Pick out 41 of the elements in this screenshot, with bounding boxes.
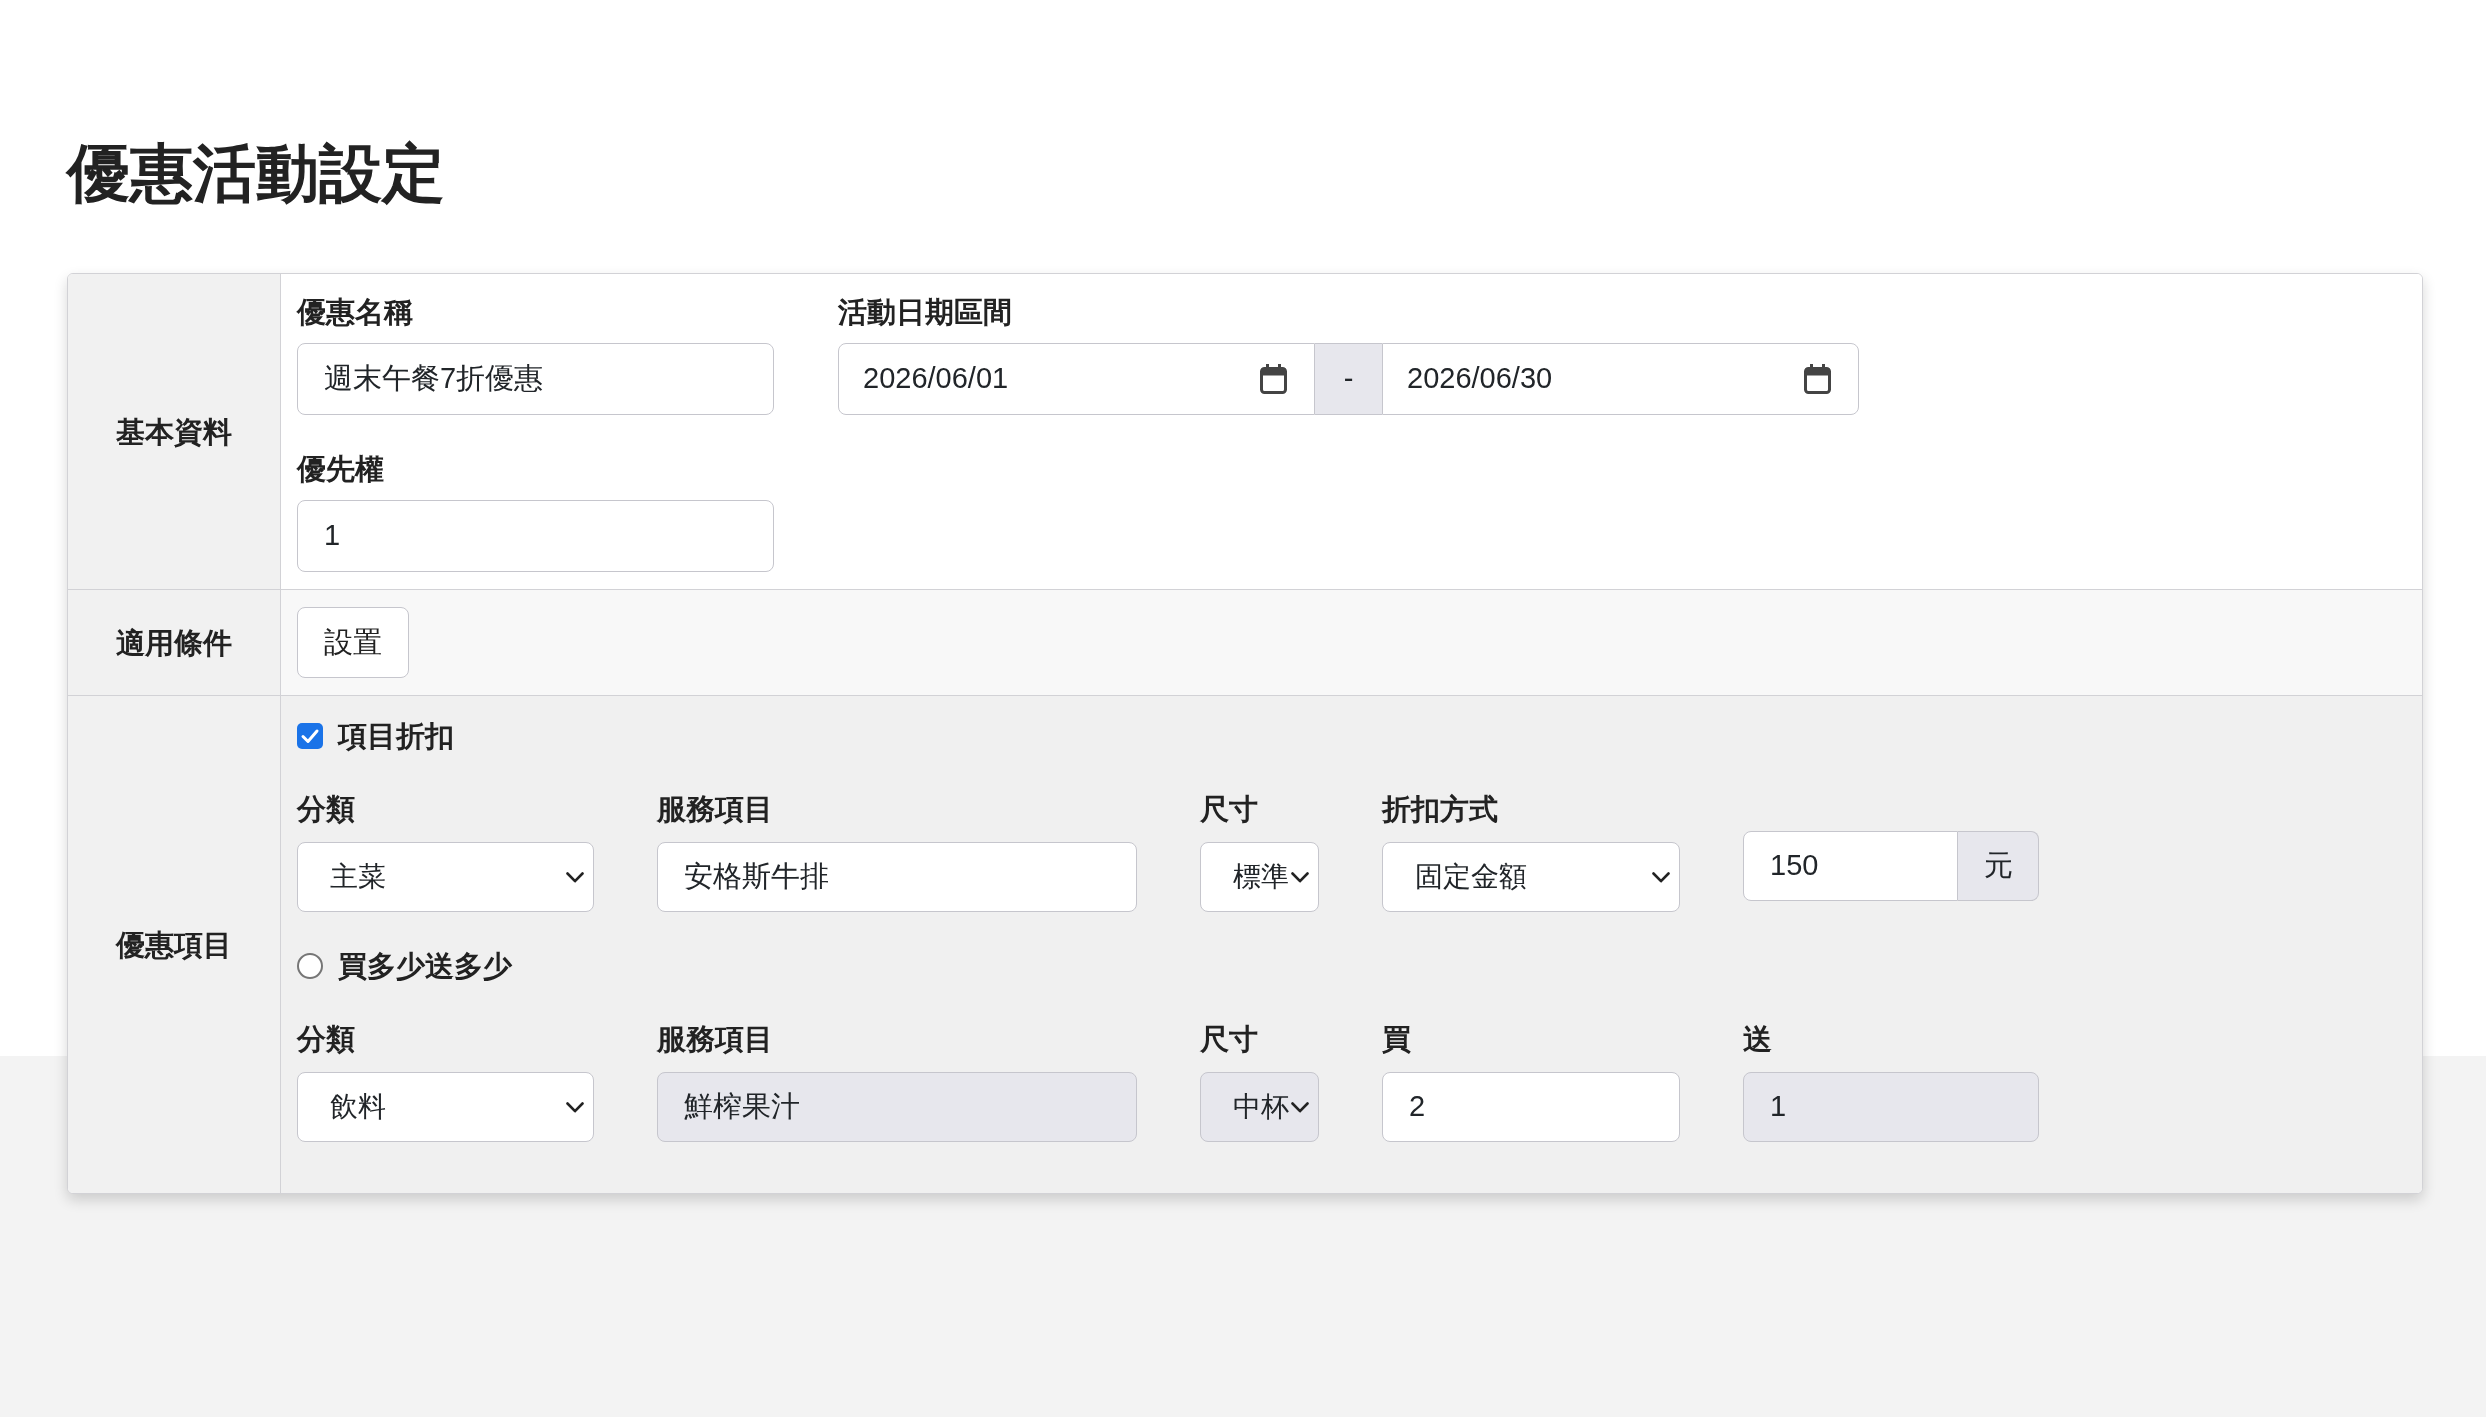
field-label: 尺寸	[1200, 792, 1259, 827]
section-label: 基本資料	[116, 414, 232, 450]
field-label: 分類	[297, 1022, 356, 1057]
field-label: 服務項目	[657, 1022, 774, 1057]
option-label: 買多少送多少	[338, 949, 512, 984]
chevron-down-icon	[1291, 1101, 1309, 1113]
date-input[interactable]: 2026/06/01	[838, 343, 1315, 415]
calendar-icon[interactable]	[1260, 364, 1287, 394]
text-input[interactable]: 週末午餐7折優惠	[297, 343, 774, 415]
option-label: 項目折扣	[338, 719, 454, 754]
field-label: 服務項目	[657, 792, 774, 827]
amount-input[interactable]: 150	[1743, 831, 1958, 901]
field-label: 買	[1382, 1022, 1412, 1057]
chevron-down-icon	[1652, 871, 1670, 883]
field-label: 送	[1743, 1022, 1773, 1057]
field-label: 優惠名稱	[297, 295, 414, 330]
setup-button[interactable]: 設置	[297, 607, 409, 678]
radio-button[interactable]	[297, 953, 323, 979]
chevron-down-icon	[566, 871, 584, 883]
unit-addon: 元	[1958, 831, 2039, 901]
text-input[interactable]: 安格斯牛排	[657, 842, 1137, 912]
field-label: 尺寸	[1200, 1022, 1259, 1057]
text-input[interactable]: 1	[297, 500, 774, 572]
calendar-icon[interactable]	[1804, 364, 1831, 394]
chevron-down-icon	[1291, 871, 1309, 883]
section-label: 優惠項目	[116, 927, 232, 963]
section-label: 適用條件	[116, 625, 232, 661]
dropdown[interactable]: 飲料	[297, 1072, 594, 1142]
date-separator: -	[1315, 343, 1382, 415]
dropdown[interactable]: 標準	[1200, 842, 1319, 912]
checkbox[interactable]	[297, 723, 323, 749]
dropdown[interactable]: 固定金額	[1382, 842, 1680, 912]
field-label: 優先權	[297, 452, 385, 487]
text-input[interactable]: 2	[1382, 1072, 1680, 1142]
field-label: 活動日期區間	[838, 295, 1013, 330]
page-title: 優惠活動設定	[67, 137, 445, 210]
field-label: 折扣方式	[1382, 792, 1499, 827]
date-input[interactable]: 2026/06/30	[1382, 343, 1859, 415]
chevron-down-icon	[566, 1101, 584, 1113]
field-label: 分類	[297, 792, 356, 827]
dropdown[interactable]: 主菜	[297, 842, 594, 912]
